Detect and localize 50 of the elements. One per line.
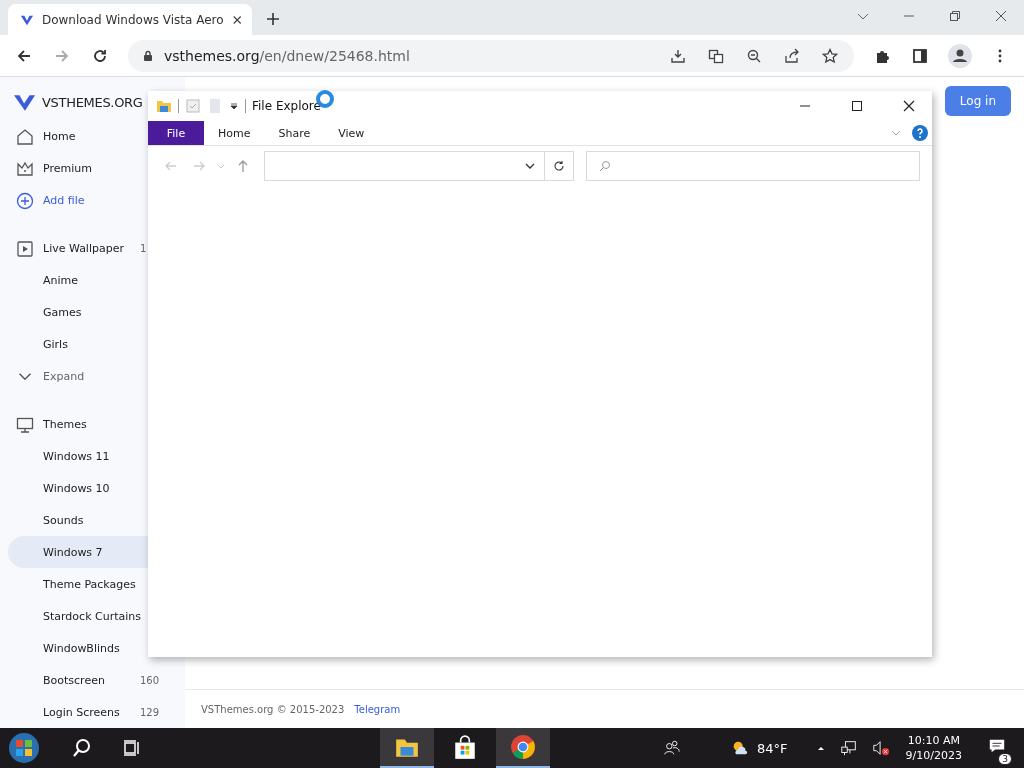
browser-tab[interactable]: Download Windows Vista Aero <box>8 4 252 35</box>
nav-item[interactable]: Expand <box>0 360 185 393</box>
notification-count: 3 <box>998 753 1012 765</box>
restore-icon[interactable] <box>948 9 962 23</box>
refresh-icon[interactable] <box>553 160 565 172</box>
ribbon-tab[interactable]: Share <box>264 121 325 145</box>
search-field[interactable] <box>586 151 920 181</box>
profile-icon[interactable] <box>948 43 972 68</box>
item-count: 160 <box>140 674 161 686</box>
help-icon[interactable] <box>912 125 928 141</box>
nav-item[interactable]: Bootscreen 160 <box>0 664 185 697</box>
nav-item[interactable]: Live Wallpaper 1 <box>0 232 185 265</box>
chrome-icon <box>510 734 536 760</box>
nav-item[interactable]: Login Screens 129 <box>0 696 185 729</box>
clock[interactable]: 10:10 AM 9/10/2023 <box>899 733 968 763</box>
folder-icon <box>156 98 172 114</box>
telegram-link[interactable]: Telegram <box>354 703 401 715</box>
start-button[interactable] <box>8 732 40 764</box>
monitor-icon <box>16 415 34 434</box>
nav-item[interactable]: Themes <box>0 408 185 441</box>
chevron-down-icon <box>19 373 31 381</box>
dropdown-icon[interactable] <box>229 101 239 111</box>
home-icon <box>16 127 34 146</box>
search-icon <box>599 160 611 172</box>
checkbox-icon[interactable] <box>185 98 201 114</box>
ribbon-tab[interactable]: Home <box>204 121 265 145</box>
logo-icon <box>14 93 36 113</box>
lock-icon <box>142 49 154 62</box>
address-bar[interactable]: vsthemes.org/en/dnew/25468.html <box>128 39 854 72</box>
taskbar-app[interactable] <box>380 728 434 768</box>
close-icon[interactable] <box>994 9 1008 23</box>
taskbar-app[interactable] <box>496 728 550 768</box>
ribbon-tab[interactable]: View <box>324 121 379 145</box>
login-button[interactable]: Log in <box>944 86 1011 116</box>
item-count: 129 <box>140 706 161 718</box>
store-icon <box>452 735 478 761</box>
url-text: vsthemes.org/en/dnew/25468.html <box>164 47 410 64</box>
play-icon <box>16 239 34 258</box>
ribbon-tab[interactable]: File <box>148 121 204 145</box>
temperature-text[interactable]: 84°F <box>757 740 788 756</box>
copyright-text: VSThemes.org © 2015-2023 <box>201 703 345 715</box>
nav-item[interactable]: Add file <box>0 184 185 217</box>
new-tab-icon[interactable] <box>266 12 280 26</box>
site-logo[interactable]: VSTHEMES.ORG <box>42 95 143 111</box>
nav-item[interactable]: Premium <box>0 152 185 185</box>
close-icon[interactable] <box>231 13 242 26</box>
item-count: 1 <box>140 243 148 255</box>
address-field[interactable] <box>264 151 574 181</box>
add-icon <box>16 191 34 210</box>
window-title: File Explore <box>252 99 321 113</box>
